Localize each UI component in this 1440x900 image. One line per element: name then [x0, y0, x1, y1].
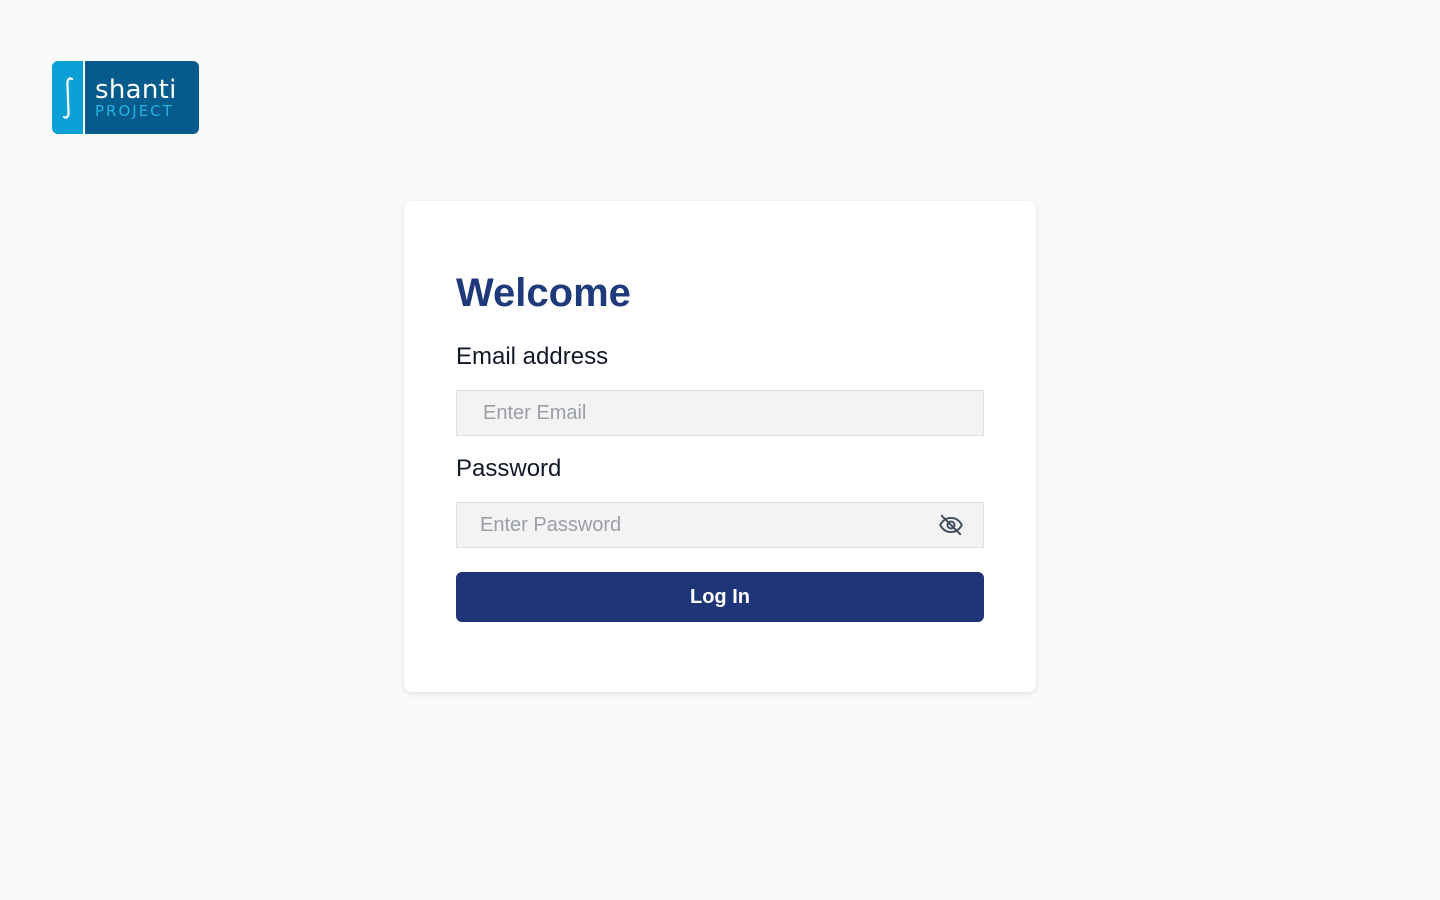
email-label: Email address — [456, 343, 609, 370]
login-page: shanti PROJECT Welcome Email address Pas… — [0, 0, 1440, 900]
brand-logo: shanti PROJECT — [52, 61, 199, 134]
logo-subtitle: PROJECT — [95, 101, 174, 120]
password-field-container — [456, 502, 984, 548]
password-label: Password — [456, 455, 562, 482]
login-button[interactable]: Log In — [456, 572, 984, 622]
email-field[interactable] — [457, 391, 983, 435]
login-card: Welcome Email address Password Log In — [404, 201, 1036, 692]
integral-icon — [52, 61, 83, 134]
password-field[interactable] — [457, 503, 929, 547]
email-field-container — [456, 390, 984, 436]
logo-text: shanti PROJECT — [85, 61, 199, 134]
page-title: Welcome — [456, 271, 631, 315]
eye-off-icon[interactable] — [929, 503, 973, 547]
logo-name: shanti — [95, 74, 177, 105]
